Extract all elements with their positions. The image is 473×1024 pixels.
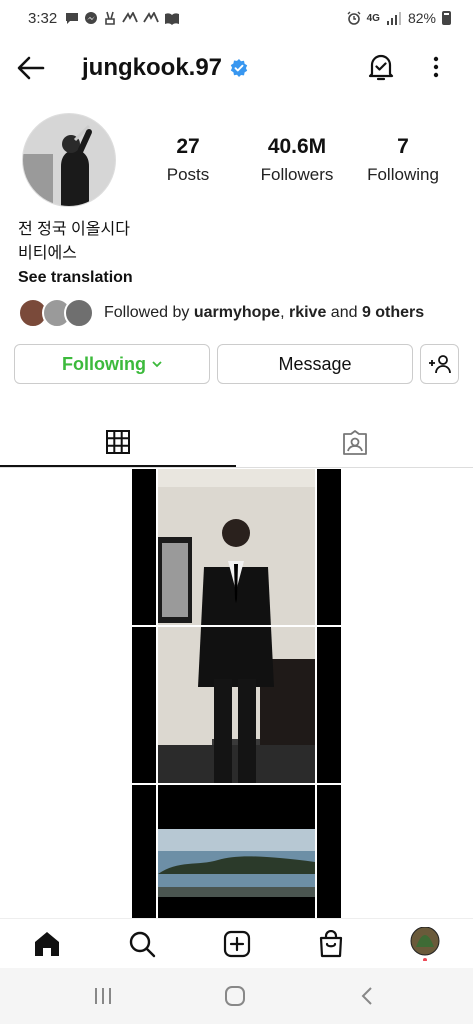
home-circle-icon [225,986,245,1006]
nav-search[interactable] [127,929,157,959]
followers-label: Followers [260,165,334,184]
post-image [158,469,315,897]
app-icon [143,12,160,23]
nav-home[interactable] [32,929,62,959]
battery-percent: 82% [407,10,436,26]
grid-divider [315,469,317,918]
following-label: Following [367,165,439,184]
grid-icon [106,429,130,454]
tagged-person-icon [343,429,367,455]
home-button[interactable] [222,984,248,1008]
shopping-bag-icon [319,930,343,958]
notification-icons [65,11,180,25]
network-type: 4G [366,12,380,24]
followed-by-separator: , [280,304,289,321]
grid-divider [132,625,341,627]
recent-apps-button[interactable] [90,984,116,1008]
signal-icon [386,11,401,25]
back-arrow-icon [17,56,45,80]
plus-square-icon [223,930,251,958]
nav-create[interactable] [222,929,252,959]
status-bar: 3:32 4G 82% [0,0,473,36]
followed-by-text: Followed by uarmyhope, rkive and 9 other… [104,304,424,322]
system-navigation-bar [0,968,473,1024]
add-person-icon [428,355,451,374]
suggested-users-button[interactable] [420,344,459,384]
followed-by-conjunction: and [326,304,362,321]
posts-count: 27 [176,135,200,158]
profile-avatar-small [410,927,440,961]
grid-divider [156,469,158,918]
tab-tagged[interactable] [237,418,473,467]
search-icon [129,931,156,958]
post-thumbnail[interactable] [132,469,341,918]
username-text: jungkook.97 [82,54,223,81]
more-vertical-icon [433,56,439,78]
following-button[interactable]: Following [14,344,210,384]
following-stat[interactable]: 7 Following [360,135,446,185]
chevron-down-icon [152,361,162,368]
profile-avatar[interactable] [22,113,116,207]
tab-posts-grid[interactable] [0,418,236,467]
followers-count: 40.6M [267,135,327,158]
nav-profile[interactable] [410,927,440,961]
following-count: 7 [397,135,409,158]
mutual-username: uarmyhope [193,304,281,321]
bio-line: 비티에스 [18,245,77,262]
message-button-label: Message [278,353,352,374]
avatar-photo [23,114,115,206]
profile-header: jungkook.97 [0,44,473,92]
followed-by-row[interactable]: Followed by uarmyhope, rkive and 9 other… [18,298,424,328]
system-back-button[interactable] [354,984,380,1008]
message-button[interactable]: Message [217,344,413,384]
mutual-username: rkive [288,304,327,321]
victory-hand-icon [105,11,116,25]
notifications-button[interactable] [367,52,395,82]
mutual-followers-avatars [18,298,94,328]
following-button-label: Following [62,353,146,374]
book-icon [165,12,180,25]
message-icon [66,12,79,24]
see-translation-link[interactable]: See translation [18,266,133,290]
nav-shop[interactable] [316,929,346,959]
profile-username: jungkook.97 [82,54,248,82]
posts-label: Posts [166,165,210,184]
verified-badge-icon [230,59,248,77]
profile-bio: 전 정국 이올시다 비티에스 See translation [18,218,133,290]
messenger-icon [85,12,98,24]
battery-icon [442,11,451,25]
posts-stat[interactable]: 27 Posts [158,135,218,185]
chevron-left-icon [361,987,372,1005]
mutual-avatar [64,298,94,328]
app-icon [122,12,139,23]
home-icon [35,932,59,956]
followers-stat[interactable]: 40.6M Followers [250,135,344,185]
bio-line: 전 정국 이올시다 [18,221,130,238]
back-button[interactable] [16,54,48,82]
grid-divider [132,783,341,785]
posts-grid [0,469,473,918]
recent-apps-icon [95,988,111,1004]
profile-tabs [0,418,473,468]
bell-icon [368,54,394,81]
alarm-icon [347,11,361,25]
mutual-others-count: 9 others [361,304,425,321]
bottom-navigation [0,918,473,968]
more-options-button[interactable] [425,54,447,80]
followed-by-prefix: Followed by [104,304,194,321]
status-time: 3:32 [28,9,58,27]
